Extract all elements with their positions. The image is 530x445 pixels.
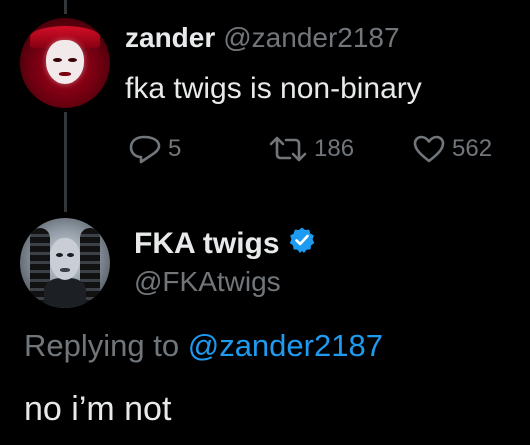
thread-line: [64, 112, 67, 212]
replying-to-prefix: Replying to: [24, 328, 180, 363]
tweet2-display-name[interactable]: FKA twigs: [134, 227, 280, 261]
replying-to-line: Replying to @zander2187: [24, 328, 383, 364]
avatar-eye: [56, 253, 63, 257]
tweet1-header: zander @zander2187: [125, 22, 400, 54]
avatar-lips: [60, 268, 70, 272]
tweet1-text: fka twigs is non-binary: [125, 72, 422, 105]
reply-icon: [129, 135, 161, 164]
like-button[interactable]: 562: [412, 134, 492, 164]
tweet1-handle[interactable]: @zander2187: [223, 22, 399, 53]
reply-count: 5: [168, 135, 182, 162]
avatar-face: [50, 238, 80, 280]
thread-line-top: [64, 0, 67, 14]
retweet-button[interactable]: 186: [268, 134, 354, 164]
avatar-mouth: [59, 72, 71, 76]
heart-icon: [413, 135, 445, 163]
avatar-mask-face: [46, 40, 84, 84]
tweet2-header: FKA twigs: [134, 226, 316, 262]
avatar-eye: [68, 58, 77, 62]
replying-to-mention-link[interactable]: @zander2187: [188, 328, 383, 363]
avatar-eye: [53, 58, 62, 62]
verified-badge-icon: [288, 226, 316, 262]
retweet-icon: [269, 136, 307, 162]
reply-button[interactable]: 5: [128, 134, 181, 164]
avatar-zander[interactable]: [20, 18, 110, 108]
avatar-fkatwigs[interactable]: [20, 218, 110, 308]
tweet1-display-name[interactable]: zander: [125, 22, 215, 53]
avatar-eye: [67, 253, 74, 257]
tweet2-text: no i’m not: [24, 390, 172, 428]
avatar-body: [44, 278, 86, 308]
like-count: 562: [452, 135, 493, 162]
tweet2-handle[interactable]: @FKAtwigs: [134, 266, 281, 298]
retweet-count: 186: [314, 135, 355, 162]
